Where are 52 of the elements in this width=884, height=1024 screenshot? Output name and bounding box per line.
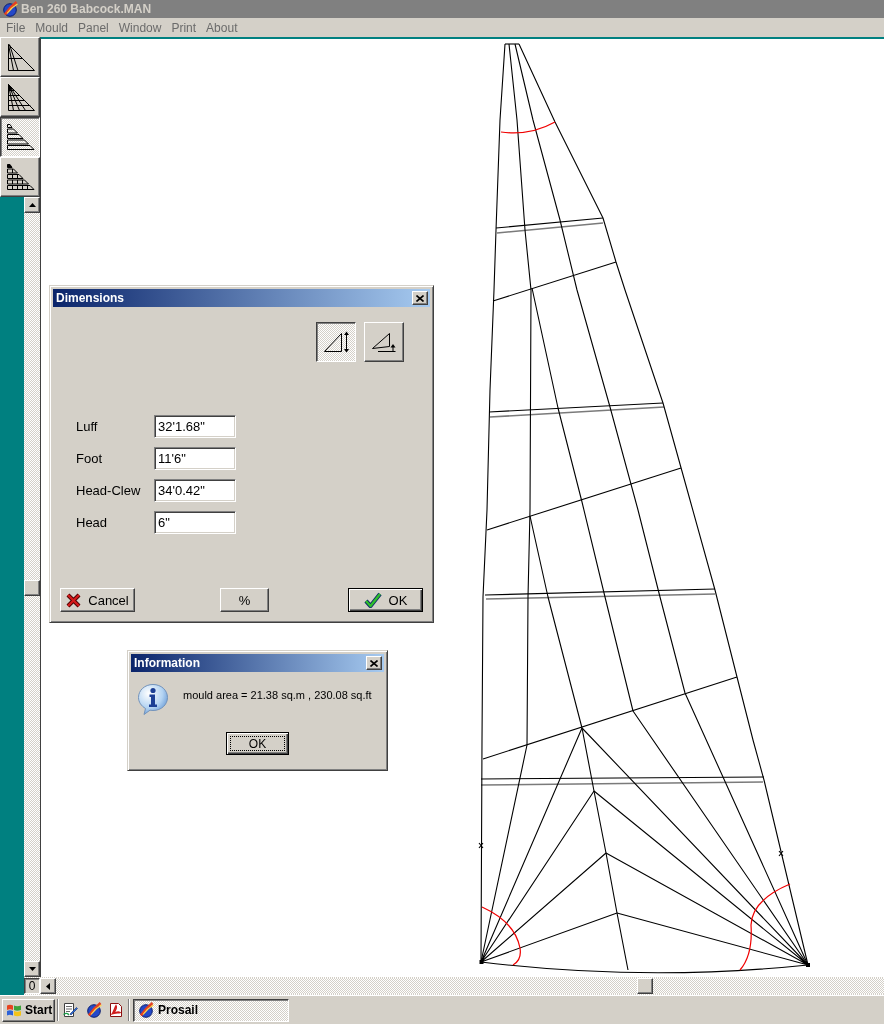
down-arrow-icon: [28, 967, 36, 971]
input-field[interactable]: 32'1.68": [154, 415, 236, 438]
notepad-icon[interactable]: [62, 1002, 78, 1018]
flag-icon: [6, 1003, 22, 1017]
scroll-left-button[interactable]: [40, 978, 56, 994]
stacked-grid-strips-icon: [4, 161, 36, 193]
percent-button[interactable]: %: [220, 588, 269, 612]
scrollbar-thumb[interactable]: [637, 978, 653, 994]
app-icon: [138, 1002, 154, 1018]
menu-item[interactable]: File: [1, 20, 31, 35]
triangle-base-icon: [370, 330, 398, 354]
menu-item[interactable]: Mould: [30, 20, 74, 35]
input-field[interactable]: 11'6": [154, 447, 236, 470]
dialog-title: Information: [134, 656, 200, 670]
menu-item[interactable]: Panel: [73, 20, 114, 35]
close-button[interactable]: [412, 291, 428, 305]
scroll-up-button[interactable]: [24, 197, 40, 213]
left-arrow-icon: [46, 982, 50, 990]
scrollbar-thumb[interactable]: [24, 580, 40, 596]
close-icon: [416, 294, 424, 302]
menu-item[interactable]: About: [201, 20, 243, 35]
document-icon[interactable]: [108, 1002, 124, 1018]
cancel-button[interactable]: Cancel: [60, 588, 135, 612]
field-label: Head: [76, 515, 109, 530]
view-toggle-button[interactable]: [316, 322, 356, 362]
up-arrow-icon: [28, 203, 36, 207]
window-title: Ben 260 Babcock.MAN: [21, 2, 152, 16]
close-button[interactable]: [366, 656, 382, 670]
input-field[interactable]: 6": [154, 511, 236, 534]
taskbar-button[interactable]: Prosail: [133, 998, 289, 1022]
info-icon: [137, 683, 169, 715]
field-label: Foot: [76, 451, 103, 466]
menu-item[interactable]: Window: [113, 20, 167, 35]
scroll-down-button[interactable]: [24, 961, 40, 977]
ok-button[interactable]: OK: [348, 588, 423, 612]
menu-item[interactable]: Print: [166, 20, 202, 35]
scroll-position-label: 0: [24, 978, 40, 994]
app-icon[interactable]: [86, 1002, 102, 1018]
cross-icon: [66, 592, 82, 608]
field-label: Luff: [76, 419, 99, 434]
dialog-title: Dimensions: [56, 291, 124, 305]
close-icon: [370, 659, 378, 667]
app-icon: [2, 1, 18, 17]
ok-button[interactable]: OK: [226, 732, 289, 755]
start-button[interactable]: Start: [2, 998, 55, 1022]
tool-button[interactable]: [0, 117, 40, 157]
stacked-strips-icon: [4, 121, 36, 153]
checkmark-icon: [363, 592, 382, 608]
field-label: Head-Clew: [76, 483, 142, 498]
input-field[interactable]: 34'0.42": [154, 479, 236, 502]
triangle-height-icon: [322, 330, 350, 354]
message-text: mould area = 21.38 sq.m , 230.08 sq.ft: [183, 688, 372, 702]
